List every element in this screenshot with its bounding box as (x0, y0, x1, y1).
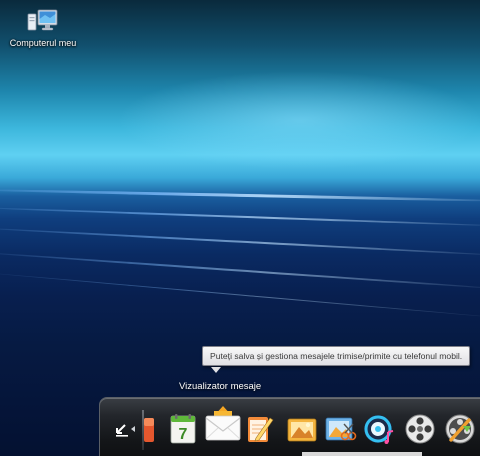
dock-item-video-reel[interactable] (403, 412, 437, 446)
dock-item-music-player[interactable] (362, 412, 396, 446)
messages-envelope-icon (205, 406, 241, 441)
desktop-icon-label: Computerul meu (9, 38, 77, 48)
computer-icon (27, 6, 59, 34)
notes-pencil-icon (248, 417, 274, 442)
app-tooltip: Puteți salva și gestiona mesajele trimis… (202, 346, 471, 366)
photo-viewer-icon (287, 418, 317, 442)
dock-item-video-editor[interactable] (443, 412, 477, 446)
dock-item-photo-viewer[interactable] (285, 412, 319, 446)
dock-item-message-viewer[interactable] (202, 402, 244, 444)
tooltip-pointer (211, 367, 221, 373)
video-editor-icon (445, 414, 475, 444)
video-reel-icon (405, 414, 435, 444)
music-player-icon (364, 415, 394, 444)
wallpaper-streak (0, 226, 480, 258)
wallpaper-streak (0, 250, 480, 292)
dock-item-orange-app[interactable] (144, 412, 156, 446)
photo-editor-icon (325, 417, 357, 441)
dock-collapse-button[interactable] (114, 420, 138, 438)
wallpaper-streak (0, 188, 480, 203)
desktop-icon-my-computer[interactable]: Computerul meu (2, 6, 84, 48)
wallpaper-streak (0, 270, 480, 320)
calendar-day-number: 7 (179, 426, 188, 443)
taskbar-edge (302, 452, 422, 456)
tooltip-text: Puteți salva și gestiona mesajele trimis… (210, 351, 463, 361)
dock-item-notes[interactable] (242, 412, 276, 446)
dock-item-photo-editor[interactable] (323, 412, 357, 446)
collapse-arrow-icon (116, 424, 135, 437)
app-dock: 7 (99, 397, 480, 456)
desktop: Computerul meu Puteți salva și gestiona … (0, 0, 480, 456)
wallpaper-streak (0, 206, 480, 228)
calendar-icon: 7 (170, 414, 196, 444)
dock-item-calendar[interactable]: 7 (166, 412, 200, 446)
orange-app-icon (144, 418, 154, 442)
hovered-app-title: Vizualizator mesaje (179, 381, 262, 392)
